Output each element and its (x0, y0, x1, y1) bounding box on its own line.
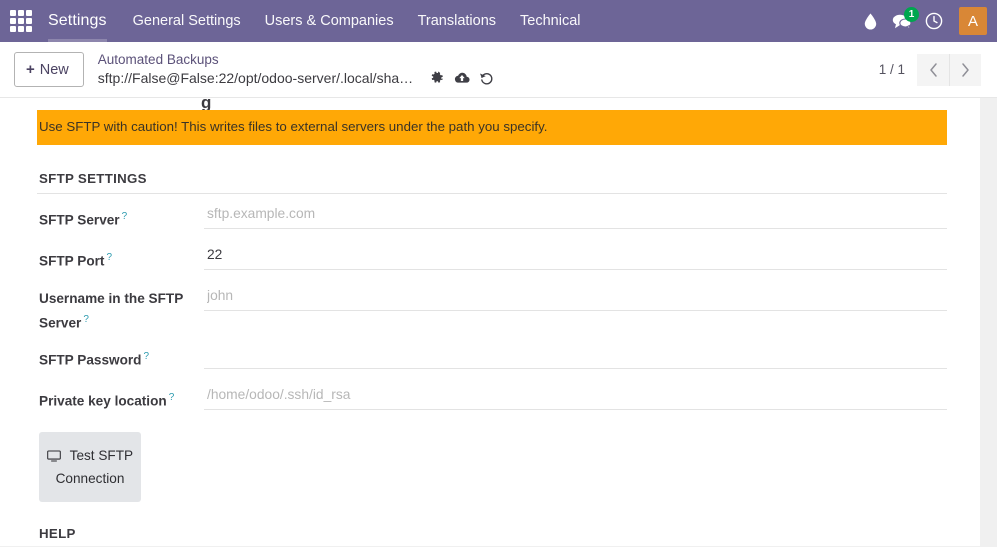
scrolled-heading-text: g (201, 98, 211, 110)
sftp-password-input[interactable] (204, 346, 947, 369)
tooltip-icon[interactable]: ? (122, 211, 128, 222)
nav-users-companies[interactable]: Users & Companies (253, 0, 406, 42)
app-brand-settings[interactable]: Settings (42, 0, 121, 42)
field-private-key-location-input-wrap (204, 375, 947, 410)
app-brand-label: Settings (48, 12, 107, 30)
pager-count: 1 / 1 (879, 62, 905, 77)
sftp-server-input[interactable] (204, 206, 947, 229)
pager-previous-button[interactable] (917, 54, 949, 86)
cloud-upload-icon[interactable] (451, 68, 473, 88)
record-actions (426, 68, 498, 88)
breadcrumb-root[interactable]: Automated Backups (98, 51, 498, 68)
breadcrumb: Automated Backups sftp://False@False:22/… (98, 51, 498, 88)
breadcrumb-record-label: sftp://False@False:22/opt/odoo-server/.l… (98, 69, 416, 87)
control-panel: + New Automated Backups sftp://False@Fal… (0, 42, 997, 98)
pager-next-button[interactable] (949, 54, 981, 86)
tooltip-icon[interactable]: ? (83, 314, 89, 325)
field-private-key-location-row: Private key location? (37, 375, 947, 416)
sftp-warning-text: Use SFTP with caution! This writes files… (39, 119, 547, 134)
field-private-key-location-label-text: Private key location (39, 393, 167, 408)
field-sftp-username-label: Username in the SFTP Server? (37, 276, 204, 334)
nav-technical-label: Technical (520, 13, 580, 29)
test-connection-wrap: Test SFTP Connection (37, 416, 964, 502)
field-private-key-location-label: Private key location? (37, 375, 204, 412)
field-sftp-username-row: Username in the SFTP Server? (37, 276, 947, 334)
tooltip-icon[interactable]: ? (144, 351, 150, 362)
scrolled-heading-remnant: g (37, 98, 964, 110)
nav-users-companies-label: Users & Companies (265, 13, 394, 29)
tooltip-icon[interactable]: ? (106, 252, 112, 263)
nav-general-settings[interactable]: General Settings (121, 0, 253, 42)
field-sftp-password-input-wrap (204, 334, 947, 369)
apps-menu-button[interactable] (0, 0, 42, 42)
sftp-username-input[interactable] (204, 288, 947, 311)
avatar[interactable]: A (959, 7, 987, 35)
undo-icon[interactable] (476, 68, 498, 88)
field-sftp-port-label-text: SFTP Port (39, 254, 104, 269)
field-sftp-username-label-text: Username in the SFTP Server (39, 291, 183, 331)
nav-translations[interactable]: Translations (406, 0, 508, 42)
water-drop-icon[interactable] (855, 0, 885, 42)
clock-icon[interactable] (919, 0, 949, 42)
monitor-icon (47, 450, 65, 465)
field-sftp-password-row: SFTP Password? (37, 334, 947, 375)
plus-icon: + (26, 61, 35, 78)
gear-icon[interactable] (426, 68, 448, 88)
field-sftp-port-input-wrap (204, 235, 947, 270)
apps-grid-icon (10, 10, 32, 32)
new-button[interactable]: + New (14, 52, 84, 87)
tooltip-icon[interactable]: ? (169, 392, 175, 403)
avatar-initial: A (968, 13, 978, 30)
field-sftp-password-label: SFTP Password? (37, 334, 204, 371)
top-navbar: Settings General Settings Users & Compan… (0, 0, 997, 42)
test-sftp-connection-label: Test SFTP Connection (56, 448, 134, 486)
field-sftp-port-label: SFTP Port? (37, 235, 204, 272)
field-sftp-server-label-text: SFTP Server (39, 213, 120, 228)
breadcrumb-current: sftp://False@False:22/opt/odoo-server/.l… (98, 68, 498, 88)
sftp-port-input[interactable] (204, 247, 947, 270)
help-group-title: HELP (37, 502, 964, 541)
new-button-label: New (40, 62, 69, 78)
test-sftp-connection-button[interactable]: Test SFTP Connection (39, 432, 141, 502)
navbar-systray: 1 A (855, 0, 997, 42)
sftp-warning-banner: Use SFTP with caution! This writes files… (37, 110, 947, 145)
private-key-location-input[interactable] (204, 387, 947, 410)
record-pager: 1 / 1 (879, 54, 981, 86)
field-sftp-server-row: SFTP Server? (37, 194, 947, 235)
nav-general-settings-label: General Settings (133, 13, 241, 29)
navbar-menu: General Settings Users & Companies Trans… (121, 0, 593, 42)
field-sftp-server-label: SFTP Server? (37, 194, 204, 231)
sftp-settings-group-title: SFTP SETTINGS (37, 145, 964, 193)
field-sftp-server-input-wrap (204, 194, 947, 229)
field-sftp-username-input-wrap (204, 276, 947, 311)
chat-bubbles-icon[interactable]: 1 (887, 0, 917, 42)
nav-translations-label: Translations (418, 13, 496, 29)
field-sftp-password-label-text: SFTP Password (39, 352, 142, 367)
form-scroll-area[interactable]: g Use SFTP with caution! This writes fil… (0, 98, 997, 546)
field-sftp-port-row: SFTP Port? (37, 235, 947, 276)
messages-count-badge: 1 (904, 7, 919, 22)
nav-technical[interactable]: Technical (508, 0, 592, 42)
form-sheet: g Use SFTP with caution! This writes fil… (0, 98, 980, 546)
